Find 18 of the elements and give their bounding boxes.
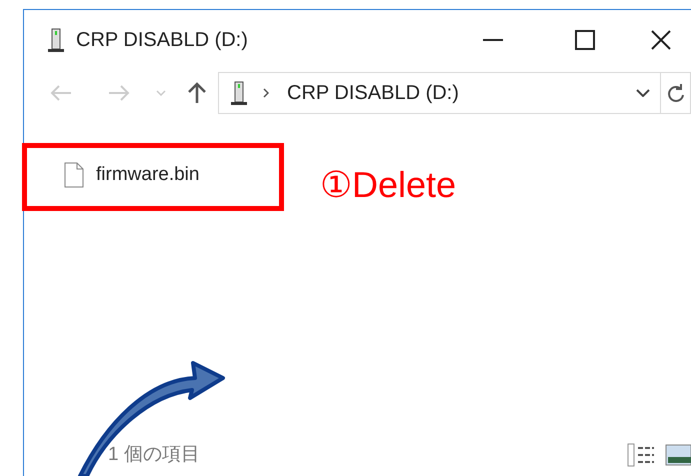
chevron-down-icon[interactable] [636,89,650,97]
address-path: CRP DISABLD (D:) [287,81,459,106]
minimize-icon [483,39,503,41]
refresh-icon[interactable] [667,83,685,103]
close-icon [651,30,671,50]
file-icon [64,162,84,188]
up-arrow-icon[interactable] [186,82,208,104]
item-count: 1 個の項目 [108,442,200,467]
address-bar[interactable]: CRP DISABLD (D:) [218,72,691,114]
maximize-icon [575,30,595,50]
chevron-right-icon [263,88,269,98]
thumbnail-view-icon[interactable] [665,443,691,467]
drive-icon [46,27,66,53]
details-view-icon[interactable] [627,443,655,467]
file-name[interactable]: firmware.bin [96,160,200,190]
window-title: CRP DISABLD (D:) [76,28,248,53]
drive-icon [229,80,249,106]
annotation-label: ①Delete [320,163,456,207]
